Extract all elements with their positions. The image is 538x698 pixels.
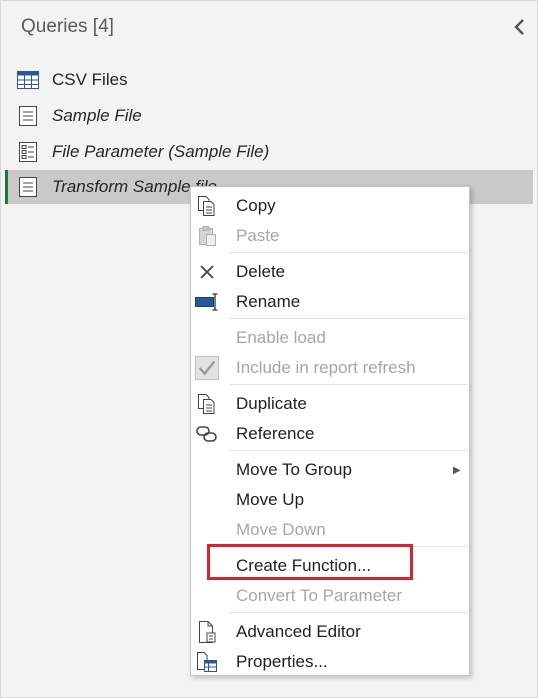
- menu-item-copy[interactable]: Copy: [191, 191, 469, 221]
- menu-item-move-down: Move Down: [236, 520, 326, 539]
- query-label: CSV Files: [52, 70, 128, 89]
- menu-item-move-up[interactable]: Move Up: [191, 485, 469, 515]
- menu-item-enable-load: Enable load: [236, 328, 326, 347]
- menu-item-reference[interactable]: Reference: [191, 419, 469, 449]
- context-menu: Copy Paste Delete Rename Enable load Inc…: [190, 186, 470, 676]
- menu-separator: [229, 318, 467, 319]
- table-icon: [16, 69, 40, 91]
- menu-separator: [229, 252, 467, 253]
- paste-icon: [195, 224, 219, 248]
- menu-item-advanced-editor[interactable]: Advanced Editor: [191, 617, 469, 647]
- query-label: Sample File: [52, 106, 142, 125]
- menu-item-include-in-report-refresh: Include in report refresh: [191, 353, 469, 383]
- reference-icon: [195, 422, 219, 446]
- menu-item-rename[interactable]: Rename: [191, 287, 469, 317]
- query-item-sample-file[interactable]: Sample File: [5, 99, 533, 133]
- checkbox-checked-icon: [195, 356, 219, 380]
- queries-pane-title: Queries [4]: [21, 16, 114, 37]
- menu-item-convert-to-parameter: Convert To Parameter: [236, 586, 402, 605]
- menu-separator: [229, 450, 467, 451]
- menu-item-delete[interactable]: Delete: [191, 257, 469, 287]
- query-label: File Parameter (Sample File): [52, 142, 270, 161]
- menu-item-paste: Paste: [191, 221, 469, 251]
- parameter-icon: [16, 141, 40, 163]
- highlight-annotation-box: [207, 544, 413, 580]
- document-icon: [16, 176, 40, 198]
- delete-icon: [195, 260, 219, 284]
- rename-icon: [195, 290, 219, 314]
- submenu-arrow-icon: ▶: [453, 464, 461, 476]
- advanced-editor-icon: [195, 620, 219, 644]
- copy-icon: [195, 194, 219, 218]
- menu-separator: [229, 612, 467, 613]
- properties-icon: [195, 650, 219, 674]
- document-icon: [16, 105, 40, 127]
- query-item-csv-files[interactable]: CSV Files: [5, 63, 533, 97]
- chevron-left-icon[interactable]: [509, 17, 529, 41]
- menu-item-properties[interactable]: Properties...: [191, 647, 469, 677]
- duplicate-icon: [195, 392, 219, 416]
- menu-separator: [229, 384, 467, 385]
- menu-item-duplicate[interactable]: Duplicate: [191, 389, 469, 419]
- menu-item-move-to-group[interactable]: Move To Group ▶: [191, 455, 469, 485]
- query-item-file-parameter[interactable]: File Parameter (Sample File): [5, 135, 533, 169]
